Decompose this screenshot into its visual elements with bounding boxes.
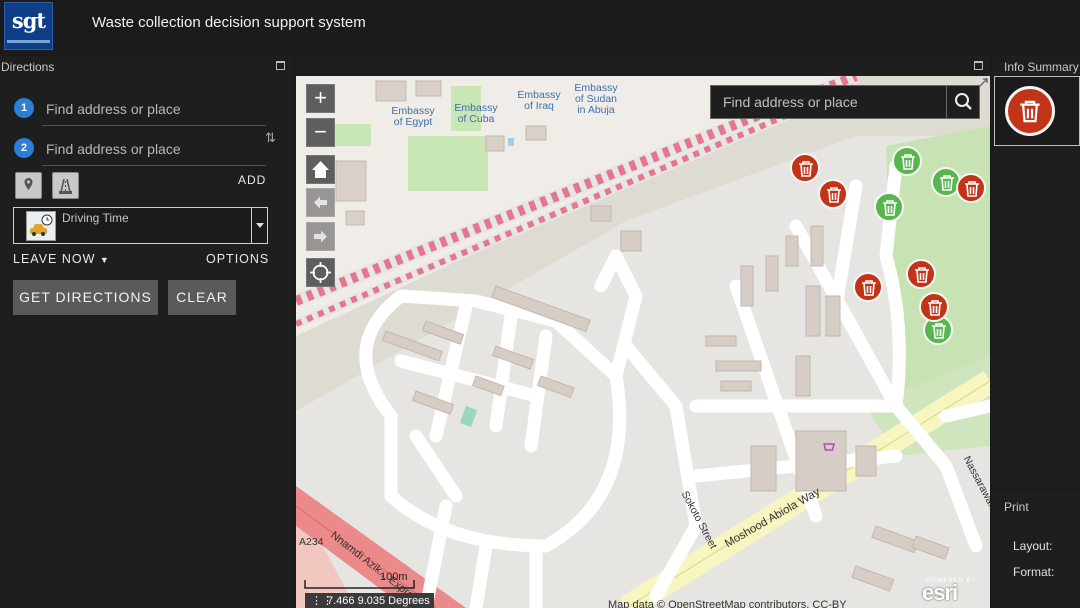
swap-stops-icon[interactable]: ⇅ bbox=[265, 130, 276, 146]
expand-icon[interactable] bbox=[978, 78, 988, 88]
chevron-down-icon[interactable] bbox=[251, 208, 267, 243]
trash-icon bbox=[1020, 100, 1040, 123]
map-pin-icon bbox=[24, 178, 33, 190]
maximize-icon[interactable] bbox=[276, 61, 285, 70]
stop-2-input[interactable] bbox=[42, 132, 266, 166]
full-bin-marker[interactable] bbox=[906, 259, 936, 289]
arrow-left-icon bbox=[314, 196, 327, 209]
coordinate-readout: ⋮⋮ 7.466 9.035 Degrees bbox=[305, 593, 434, 608]
embassy-label-iraq: Embassy of Iraq bbox=[517, 89, 561, 112]
map-view[interactable]: Embassy of Egypt Embassy of Cuba Embassy of… bbox=[296, 76, 990, 608]
road-icon bbox=[59, 178, 72, 194]
search-icon bbox=[955, 93, 972, 110]
trash-icon bbox=[932, 323, 946, 339]
esri-logo: esri bbox=[922, 580, 958, 605]
trash-icon bbox=[799, 161, 813, 177]
trash-icon bbox=[862, 280, 876, 296]
basemap bbox=[296, 76, 990, 608]
road-label-a234: A234 bbox=[299, 536, 324, 548]
maximize-icon[interactable] bbox=[974, 61, 983, 70]
info-summary-title: Info Summary bbox=[1004, 60, 1079, 74]
layout-label: Layout: bbox=[1013, 539, 1053, 553]
full-bin-marker[interactable] bbox=[853, 272, 883, 302]
app-title: Waste collection decision support system bbox=[92, 14, 366, 31]
previous-extent-button[interactable] bbox=[306, 188, 335, 217]
clear-button[interactable]: CLEAR bbox=[168, 280, 236, 315]
empty-bin-marker[interactable] bbox=[874, 192, 904, 222]
embassy-label-cuba: Embassy of Cuba bbox=[454, 102, 498, 125]
next-extent-button[interactable] bbox=[306, 222, 335, 251]
info-summary-panel: Info Summary bbox=[993, 56, 1080, 488]
info-summary-card[interactable] bbox=[994, 76, 1080, 146]
zoom-in-button[interactable]: + bbox=[306, 84, 335, 113]
full-bin-marker[interactable] bbox=[919, 292, 949, 322]
trash-icon bbox=[928, 300, 942, 316]
locate-icon bbox=[310, 262, 331, 283]
map-search-box bbox=[710, 85, 980, 119]
caret-down-icon: ▼ bbox=[99, 255, 110, 265]
locate-button[interactable] bbox=[306, 258, 335, 287]
travel-mode-select[interactable]: Driving Time bbox=[13, 207, 268, 244]
pin-mode-button[interactable] bbox=[15, 172, 42, 199]
home-icon bbox=[312, 161, 329, 178]
trash-icon bbox=[915, 267, 929, 283]
full-bin-marker[interactable] bbox=[818, 179, 848, 209]
full-bin-marker[interactable] bbox=[956, 173, 986, 203]
embassy-label-sudan: Embassy of Sudan in Abuja bbox=[574, 82, 618, 116]
options-button[interactable]: OPTIONS bbox=[206, 252, 269, 266]
trash-icon bbox=[901, 154, 915, 170]
stop-1-input[interactable] bbox=[42, 92, 266, 126]
trash-icon bbox=[883, 200, 897, 216]
home-button[interactable] bbox=[306, 155, 335, 184]
search-button[interactable] bbox=[946, 86, 979, 118]
trash-icon bbox=[827, 187, 841, 203]
stop-2: 2 bbox=[14, 132, 266, 166]
trash-icon bbox=[965, 181, 979, 197]
car-clock-icon bbox=[26, 211, 56, 241]
directions-panel: Directions 1 2 ⇅ ADD Driving Time LEAVE … bbox=[0, 56, 292, 608]
travel-mode-label: Driving Time bbox=[62, 211, 129, 225]
stop-number-2: 2 bbox=[14, 138, 34, 158]
embassy-label-egypt: Embassy of Egypt bbox=[391, 105, 435, 128]
map-search-input[interactable] bbox=[711, 86, 947, 118]
get-directions-button[interactable]: GET DIRECTIONS bbox=[13, 280, 158, 315]
app-header: sgt Waste collection decision support sy… bbox=[0, 0, 1080, 50]
print-title: Print bbox=[1004, 500, 1029, 514]
print-panel: Print Layout: Format: bbox=[993, 492, 1080, 608]
full-bin-marker[interactable] bbox=[790, 153, 820, 183]
stop-1: 1 bbox=[14, 92, 266, 126]
zoom-out-button[interactable]: − bbox=[306, 118, 335, 147]
logo-text: sgt bbox=[11, 8, 46, 33]
map-attribution: Map data © OpenStreetMap contributors, C… bbox=[608, 599, 847, 608]
add-stop-button[interactable]: ADD bbox=[238, 173, 266, 187]
trash-icon bbox=[940, 175, 954, 191]
leave-now-dropdown[interactable]: LEAVE NOW ▼ bbox=[13, 252, 110, 266]
empty-bin-marker[interactable] bbox=[892, 146, 922, 176]
arrow-right-icon bbox=[314, 230, 327, 243]
full-bin-summary-icon bbox=[1005, 86, 1055, 136]
format-label: Format: bbox=[1013, 565, 1055, 579]
stop-number-1: 1 bbox=[14, 98, 34, 118]
scale-label: 100m bbox=[380, 571, 408, 583]
route-mode-button[interactable] bbox=[52, 172, 79, 199]
directions-panel-title: Directions bbox=[1, 60, 55, 74]
app-logo: sgt bbox=[4, 2, 53, 50]
coordinates-icon: ⋮⋮ bbox=[311, 595, 333, 607]
